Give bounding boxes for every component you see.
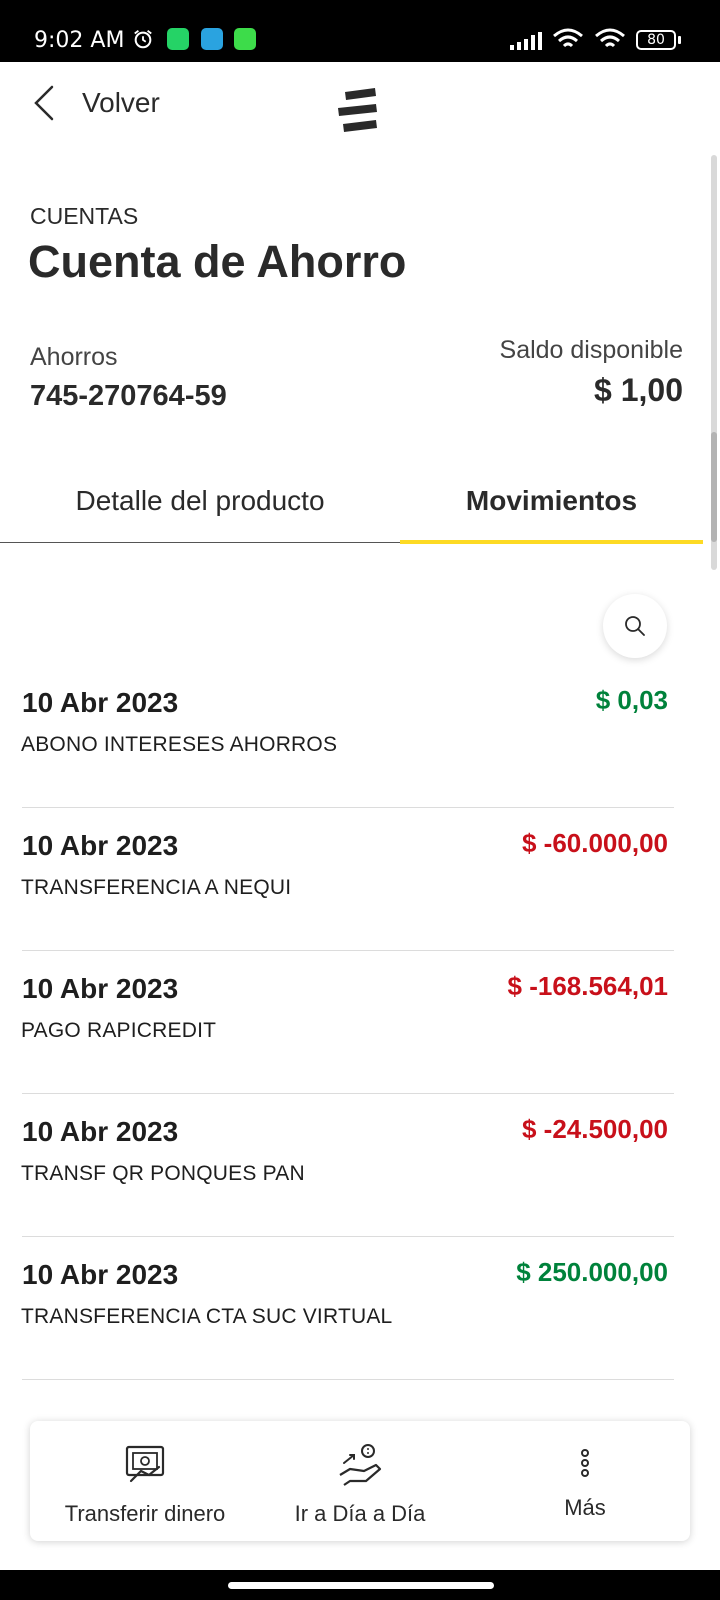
movement-description: TRANSFERENCIA A NEQUI xyxy=(21,876,292,899)
balance-label: Saldo disponible xyxy=(499,336,683,364)
movement-description: TRANSF QR PONQUES PAN xyxy=(21,1162,305,1185)
whatsapp-icon xyxy=(167,28,189,50)
tab-active-indicator xyxy=(400,540,703,544)
list-item[interactable]: 10 Abr 2023 ABONO INTERESES AHORROS $ 0,… xyxy=(0,665,720,808)
movement-date: 10 Abr 2023 xyxy=(22,1259,179,1290)
movement-amount: $ 0,03 xyxy=(595,685,668,715)
more-button[interactable]: Más xyxy=(500,1421,670,1541)
balance-value: $ 1,00 xyxy=(594,372,683,408)
search-button[interactable] xyxy=(603,594,667,658)
movement-amount: $ -168.564,01 xyxy=(507,971,668,1001)
movement-description: TRANSFERENCIA CTA SUC VIRTUAL xyxy=(21,1305,393,1328)
divider xyxy=(22,1379,674,1380)
battery-tip xyxy=(678,36,681,44)
movement-amount: $ -60.000,00 xyxy=(521,828,668,858)
android-icon xyxy=(234,28,256,50)
status-time: 9:02 AM xyxy=(34,28,125,53)
movement-date: 10 Abr 2023 xyxy=(22,973,179,1004)
back-label: Volver xyxy=(82,87,160,118)
home-gesture-bar[interactable] xyxy=(228,1582,494,1589)
movement-date: 10 Abr 2023 xyxy=(22,1116,179,1147)
transfer-money-button[interactable]: Transferir dinero xyxy=(40,1421,250,1541)
tab-movements[interactable]: Movimientos xyxy=(400,460,703,542)
tab-bar: Detalle del producto Movimientos xyxy=(0,460,703,545)
more-label: Más xyxy=(564,1495,606,1520)
movement-description: ABONO INTERESES AHORROS xyxy=(21,733,338,756)
account-type: Ahorros xyxy=(30,343,118,371)
search-icon xyxy=(625,616,645,636)
account-number: 745-270764-59 xyxy=(30,380,227,412)
list-item[interactable]: 10 Abr 2023 TRANSFERENCIA A NEQUI $ -60.… xyxy=(0,808,720,951)
chevron-left-icon xyxy=(34,85,54,121)
movement-date: 10 Abr 2023 xyxy=(22,830,179,861)
wifi-icon xyxy=(553,28,583,48)
go-to-dia-a-dia-button[interactable]: Ir a Día a Día xyxy=(260,1421,460,1541)
signal-icon xyxy=(510,32,542,50)
battery-icon: 80 xyxy=(636,30,676,50)
wifi-icon xyxy=(595,28,625,48)
list-item[interactable]: 10 Abr 2023 PAGO RAPICREDIT $ -168.564,0… xyxy=(0,951,720,1094)
movement-amount: $ -24.500,00 xyxy=(521,1114,668,1144)
bottom-action-bar: Transferir dinero Ir a Día a Día Más xyxy=(30,1421,690,1541)
transfer-money-icon xyxy=(125,1445,165,1483)
status-bar: 9:02 AM 80 xyxy=(0,0,720,62)
movement-date: 10 Abr 2023 xyxy=(22,687,179,718)
bancolombia-logo xyxy=(338,88,377,132)
dia-a-dia-label: Ir a Día a Día xyxy=(294,1501,426,1526)
list-item[interactable]: 10 Abr 2023 TRANSF QR PONQUES PAN $ -24.… xyxy=(0,1094,720,1237)
list-item[interactable]: 10 Abr 2023 TRANSFERENCIA CTA SUC VIRTUA… xyxy=(0,1237,720,1380)
hand-coin-icon xyxy=(339,1444,382,1486)
movement-amount: $ 250.000,00 xyxy=(516,1257,668,1287)
telegram-icon xyxy=(201,28,223,50)
alarm-icon xyxy=(134,30,152,49)
transfer-money-label: Transferir dinero xyxy=(64,1501,226,1526)
movements-list: 10 Abr 2023 ABONO INTERESES AHORROS $ 0,… xyxy=(0,665,720,1380)
tab-divider xyxy=(0,542,400,543)
more-vertical-icon xyxy=(581,1449,589,1477)
scrollbar-thumb[interactable] xyxy=(711,432,717,542)
page-title: Cuenta de Ahorro xyxy=(28,236,407,287)
section-label: CUENTAS xyxy=(30,203,139,229)
movement-description: PAGO RAPICREDIT xyxy=(21,1019,217,1042)
back-button[interactable]: Volver xyxy=(30,78,160,128)
tab-product-detail[interactable]: Detalle del producto xyxy=(0,460,400,542)
